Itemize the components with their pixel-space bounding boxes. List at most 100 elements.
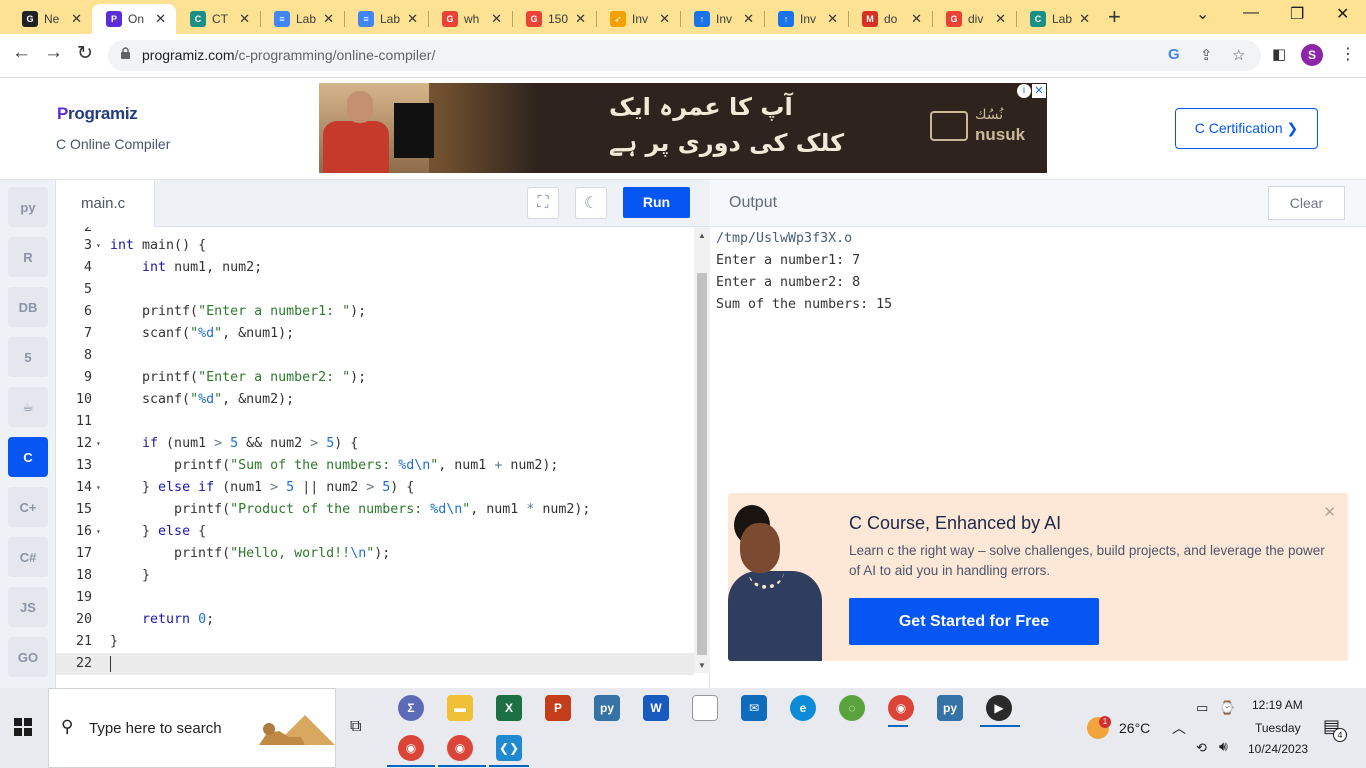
tab-close-icon[interactable]: ✕: [1079, 11, 1090, 27]
scroll-down-icon[interactable]: ▼: [698, 661, 706, 670]
ad-info-icon[interactable]: i: [1017, 84, 1031, 98]
code-line[interactable]: 3 ▾ int main() {: [56, 235, 694, 257]
tab-search-icon[interactable]: ⌄: [1196, 4, 1209, 24]
taskbar-python-idle-icon[interactable]: py: [937, 695, 963, 721]
browser-tab[interactable]: Gdiv ✕: [932, 4, 1016, 34]
code-line[interactable]: 21}: [56, 631, 694, 653]
taskbar-vscode-icon[interactable]: ❮❯: [496, 735, 522, 761]
browser-tab[interactable]: Mdo ✕: [848, 4, 932, 34]
fold-toggle-icon[interactable]: ▾: [96, 433, 101, 455]
tab-close-icon[interactable]: ✕: [659, 11, 670, 27]
clock-time[interactable]: 12:19 AM: [1252, 698, 1303, 712]
browser-tab[interactable]: C CT ✕: [176, 4, 260, 34]
code-line[interactable]: 17 printf("Hello, world!!\n");: [56, 543, 694, 565]
browser-tab[interactable]: P On ✕: [92, 4, 176, 34]
get-started-button[interactable]: Get Started for Free: [849, 598, 1099, 645]
back-icon[interactable]: ←: [12, 42, 31, 64]
clock-day[interactable]: Tuesday: [1255, 721, 1301, 735]
language-html-icon[interactable]: 5: [8, 337, 48, 377]
programiz-logo[interactable]: Programiz: [57, 104, 138, 124]
c-certification-button[interactable]: C Certification ❯: [1175, 108, 1318, 149]
language-csharp-icon[interactable]: C#: [8, 537, 48, 577]
new-tab-icon[interactable]: +: [1108, 4, 1121, 30]
network-icon[interactable]: ⟲: [1196, 740, 1207, 756]
tab-close-icon[interactable]: ✕: [827, 11, 838, 27]
code-line[interactable]: 15 printf("Product of the numbers: %d\n"…: [56, 499, 694, 521]
taskbar-chrome-icon[interactable]: ◉: [398, 735, 424, 761]
browser-tab[interactable]: ➶ Inv ✕: [596, 4, 680, 34]
editor-scrollbar-thumb[interactable]: [697, 273, 707, 655]
windows-start-icon[interactable]: [14, 718, 32, 736]
taskbar-calculator-icon[interactable]: Σ: [398, 695, 424, 721]
taskbar-excel-icon[interactable]: X: [496, 695, 522, 721]
browser-tab[interactable]: C Lab ✕: [1016, 4, 1100, 34]
language-r-icon[interactable]: R: [8, 237, 48, 277]
chrome-menu-icon[interactable]: ⋮: [1340, 44, 1356, 64]
language-sql-icon[interactable]: DB: [8, 287, 48, 327]
language-c-icon[interactable]: C: [8, 437, 48, 477]
taskbar-chrome-profile-icon[interactable]: ◉: [888, 695, 914, 721]
weather-temperature[interactable]: 26°C: [1119, 720, 1150, 736]
tab-close-icon[interactable]: ✕: [575, 11, 586, 27]
fullscreen-icon[interactable]: ⛶: [527, 187, 559, 219]
taskbar-edge-icon[interactable]: e: [790, 695, 816, 721]
taskbar-mail-icon[interactable]: ✉: [741, 695, 767, 721]
taskbar-media-player-icon[interactable]: ▶: [986, 695, 1012, 721]
ad-close-icon[interactable]: ✕: [1032, 84, 1046, 98]
code-line[interactable]: 19: [56, 587, 694, 609]
code-line[interactable]: 9 printf("Enter a number2: ");: [56, 367, 694, 389]
tab-close-icon[interactable]: ✕: [71, 11, 82, 27]
volume-icon[interactable]: 🔊︎: [1219, 738, 1228, 755]
run-button[interactable]: Run: [623, 187, 690, 218]
code-area[interactable]: 2 3 ▾ int main() {4 int num1, num2; 5 6 print…: [56, 227, 694, 688]
fold-toggle-icon[interactable]: ▾: [96, 521, 101, 543]
taskbar-powerpoint-icon[interactable]: P: [545, 695, 571, 721]
close-window-icon[interactable]: ✕: [1336, 4, 1349, 24]
browser-tab[interactable]: ≡ Lab ✕: [344, 4, 428, 34]
language-python-icon[interactable]: py: [8, 187, 48, 227]
fold-toggle-icon[interactable]: ▾: [96, 477, 101, 499]
code-line[interactable]: 11: [56, 411, 694, 433]
taskbar-chrome-2-icon[interactable]: ◉: [447, 735, 473, 761]
code-line[interactable]: 13 printf("Sum of the numbers: %d\n", nu…: [56, 455, 694, 477]
taskbar-word-icon[interactable]: W: [643, 695, 669, 721]
browser-tab[interactable]: ↑ Inv ✕: [764, 4, 848, 34]
taskbar-python-icon[interactable]: py: [594, 695, 620, 721]
tab-close-icon[interactable]: ✕: [743, 11, 754, 27]
ad-banner[interactable]: آپ کا عمرہ ایک کلک کی دوری پر ہے نُسُك n…: [319, 83, 1047, 173]
taskbar-loader-icon[interactable]: ◌: [839, 695, 865, 721]
reload-icon[interactable]: ↻: [77, 42, 93, 65]
forward-icon[interactable]: →: [44, 42, 63, 64]
code-line[interactable]: 20 return 0;: [56, 609, 694, 631]
scroll-up-icon[interactable]: ▲: [698, 231, 706, 240]
browser-tab[interactable]: G 150 ✕: [512, 4, 596, 34]
language-javascript-icon[interactable]: JS: [8, 587, 48, 627]
taskbar-file-icon[interactable]: [692, 695, 718, 721]
tab-close-icon[interactable]: ✕: [995, 11, 1006, 27]
minimize-icon[interactable]: —: [1243, 4, 1259, 22]
google-lens-icon[interactable]: G: [1168, 46, 1180, 63]
dark-mode-icon[interactable]: ☾: [575, 187, 607, 219]
meet-now-icon[interactable]: ⌚: [1219, 700, 1235, 716]
promo-close-icon[interactable]: ✕: [1323, 503, 1336, 521]
tab-close-icon[interactable]: ✕: [407, 11, 418, 27]
tab-close-icon[interactable]: ✕: [155, 11, 166, 27]
browser-tab[interactable]: ↑ Inv ✕: [680, 4, 764, 34]
tab-close-icon[interactable]: ✕: [239, 11, 250, 27]
code-line[interactable]: 5: [56, 279, 694, 301]
bookmark-star-icon[interactable]: ☆: [1232, 46, 1245, 64]
file-tab-main-c[interactable]: main.c: [56, 180, 155, 227]
profile-avatar[interactable]: S: [1301, 44, 1323, 66]
output-console[interactable]: /tmp/UslwWp3f3X.o Enter a number1: 7 Enter…: [716, 228, 892, 316]
code-line[interactable]: 8: [56, 345, 694, 367]
language-java-icon[interactable]: ☕: [8, 387, 48, 427]
taskbar-file-explorer-icon[interactable]: ▬: [447, 695, 473, 721]
share-icon[interactable]: ⇪: [1200, 46, 1213, 64]
tab-close-icon[interactable]: ✕: [491, 11, 502, 27]
browser-tab[interactable]: ≡ Lab ✕: [260, 4, 344, 34]
address-bar[interactable]: programiz.com/c-programming/online-compi…: [108, 40, 1261, 71]
battery-icon[interactable]: ▭: [1196, 700, 1208, 716]
show-hidden-icons-chevron-icon[interactable]: ︿: [1172, 718, 1186, 738]
tab-close-icon[interactable]: ✕: [323, 11, 334, 27]
code-line[interactable]: 16 ▾ } else {: [56, 521, 694, 543]
